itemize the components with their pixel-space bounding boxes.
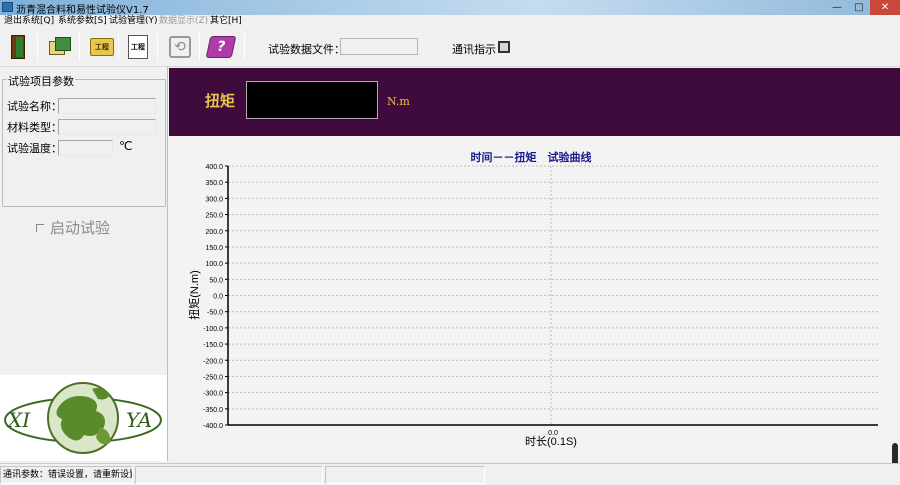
app-window: 沥青混合料和易性试验仪V1.7 — □ ✕ 退出系统[Q] 系统参数[S] 试验… [0, 0, 900, 485]
y-tick-label: -50.0 [207, 310, 223, 317]
toolbar-separator [79, 33, 80, 61]
torque-time-chart: 时间－－扭矩 试验曲线 400.0 350.0 300.0 250.0 200.0 150… [187, 150, 878, 448]
y-tick-label: 200.0 [205, 229, 223, 236]
toolbar-separator [157, 33, 158, 61]
window-title: 沥青混合料和易性试验仪V1.7 [16, 5, 149, 16]
test-name-label: 试验名称： [7, 100, 62, 113]
test-params-legend: 试验项目参数 [7, 73, 75, 89]
test-params-group: 试验项目参数 试验名称： 材料类型： 试验温度： ℃ [2, 73, 166, 207]
app-icon [2, 2, 13, 12]
toolbar-params-button[interactable] [46, 32, 74, 62]
menu-other[interactable]: 其它[H] [210, 15, 242, 28]
material-type-field[interactable] [58, 119, 156, 135]
company-logo: XI YA [0, 375, 167, 461]
y-tick-label: -250.0 [203, 374, 223, 381]
toolbar-separator [244, 33, 245, 61]
torque-readout [246, 81, 378, 119]
data-file-field[interactable] [340, 38, 418, 55]
page-icon: 工程 [128, 35, 148, 59]
folder-icon: 工程 [90, 38, 114, 56]
torque-unit: N.m [387, 95, 410, 108]
toolbar-new-project-button[interactable]: 工程 [124, 32, 152, 62]
y-tick-label: -400.0 [203, 423, 223, 430]
status-message: 通讯参数：错误设置，请重新设置! [0, 466, 133, 484]
globe-logo-icon: XI YA [4, 382, 162, 454]
test-temperature-field[interactable] [58, 140, 113, 156]
exit-icon [9, 35, 27, 59]
material-type-label: 材料类型： [7, 121, 62, 134]
x-axis-label: 时长(0.1S) [525, 435, 577, 448]
start-test-checkbox[interactable]: 启动试验 [36, 217, 110, 238]
title-bar: 沥青混合料和易性试验仪V1.7 — □ ✕ [0, 0, 900, 16]
toolbar-exit-button[interactable] [4, 32, 32, 62]
y-tick-label: 400.0 [205, 164, 223, 171]
menu-test-management[interactable]: 试验管理(Y) [109, 15, 158, 28]
logo-right-text: YA [126, 408, 152, 432]
toolbar-separator [118, 33, 119, 61]
y-tick-label: 50.0 [209, 277, 223, 284]
y-tick-label: -200.0 [203, 358, 223, 365]
menu-data-display[interactable]: 数据显示(Z) [159, 15, 208, 28]
toolbar-separator [37, 33, 38, 61]
start-test-label: 启动试验 [50, 219, 111, 237]
toolbar-open-project-button[interactable]: 工程 [88, 32, 116, 62]
torque-panel: 扭矩 N.m [169, 68, 900, 136]
chart-title: 时间－－扭矩 试验曲线 [471, 150, 592, 164]
maximize-button[interactable]: □ [848, 0, 870, 15]
left-panel: 试验项目参数 试验名称： 材料类型： 试验温度： ℃ 启动试验 XI YA [0, 67, 168, 461]
logo-left-text: XI [6, 408, 31, 432]
toolbar: 工程 工程 ⟲ ? 试验数据文件： 通讯指示 [0, 29, 900, 67]
comm-indicator-light [498, 41, 510, 53]
y-tick-label: 300.0 [205, 196, 223, 203]
y-tick-label: 150.0 [205, 245, 223, 252]
chart-panel: 时间－－扭矩 试验曲线 400.0 350.0 300.0 250.0 200.0 150… [169, 137, 900, 461]
test-name-field[interactable] [58, 98, 156, 114]
menu-system-params[interactable]: 系统参数[S] [58, 15, 107, 28]
menu-exit-system[interactable]: 退出系统[Q] [4, 15, 54, 28]
menu-bar: 退出系统[Q] 系统参数[S] 试验管理(Y) 数据显示(Z) 其它[H] [0, 15, 900, 28]
y-tick-label: -350.0 [203, 407, 223, 414]
toolbar-separator [199, 33, 200, 61]
help-icon: ? [205, 36, 237, 58]
temperature-unit: ℃ [119, 139, 133, 153]
y-tick-label: 350.0 [205, 180, 223, 187]
toolbar-help-button[interactable]: ? [205, 32, 237, 62]
close-button[interactable]: ✕ [870, 0, 900, 15]
data-file-label: 试验数据文件： [268, 43, 345, 56]
refresh-icon: ⟲ [169, 36, 191, 58]
y-axis-label: 扭矩(N.m) [187, 270, 201, 320]
torque-label: 扭矩 [205, 92, 236, 110]
params-icon [49, 37, 71, 57]
comm-indicator-label: 通讯指示 [452, 43, 496, 56]
toolbar-refresh-button[interactable]: ⟲ [166, 32, 194, 62]
checkbox-icon [36, 223, 44, 232]
y-tick-label: -100.0 [203, 326, 223, 333]
minimize-button[interactable]: — [826, 0, 848, 15]
y-tick-label: 0.0 [213, 294, 223, 301]
y-tick-label: -150.0 [203, 342, 223, 349]
test-temperature-label: 试验温度： [7, 142, 62, 155]
status-cell-2 [135, 466, 323, 484]
status-bar: 通讯参数：错误设置，请重新设置! [0, 463, 900, 485]
y-tick-label: 250.0 [205, 213, 223, 220]
y-tick-label: 100.0 [205, 261, 223, 268]
y-tick-label: -300.0 [203, 391, 223, 398]
status-cell-3 [325, 466, 485, 484]
